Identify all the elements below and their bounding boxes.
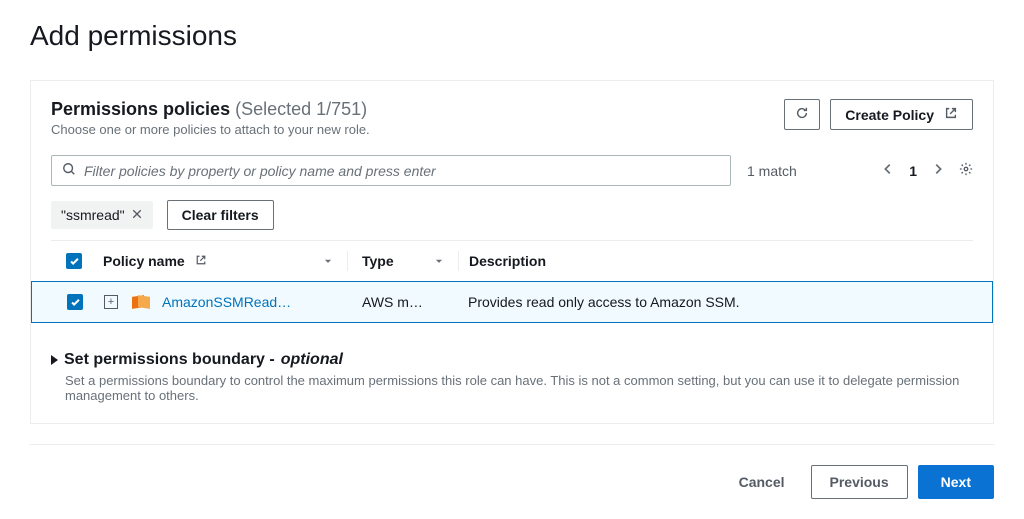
section-title-count: (Selected 1/751) — [235, 99, 367, 119]
table-header: Policy name Type Description — [51, 241, 973, 281]
sort-icon — [434, 253, 444, 269]
section-title: Permissions policies — [51, 99, 230, 119]
permissions-panel: Permissions policies (Selected 1/751) Ch… — [30, 80, 994, 424]
policies-table: Policy name Type Description — [51, 240, 973, 323]
clear-filters-button[interactable]: Clear filters — [167, 200, 274, 230]
search-icon — [62, 162, 76, 179]
filter-chip[interactable]: "ssmread" — [51, 201, 153, 229]
gear-icon — [959, 162, 973, 179]
page-title: Add permissions — [30, 20, 994, 52]
match-count: 1 match — [747, 163, 797, 179]
wizard-footer: Cancel Previous Next — [30, 459, 994, 499]
section-subtitle: Choose one or more policies to attach to… — [51, 122, 370, 137]
col-policy-name-label: Policy name — [103, 253, 185, 269]
create-policy-button[interactable]: Create Policy — [830, 99, 973, 130]
create-policy-label: Create Policy — [845, 107, 934, 123]
page-next-button[interactable] — [931, 162, 945, 179]
cancel-button[interactable]: Cancel — [723, 465, 801, 499]
filter-chip-text: "ssmread" — [61, 207, 125, 223]
chevron-right-icon — [931, 162, 945, 179]
next-button[interactable]: Next — [918, 465, 994, 499]
col-type-label: Type — [362, 253, 394, 269]
col-policy-name[interactable]: Policy name — [97, 253, 347, 269]
boundary-description: Set a permissions boundary to control th… — [65, 373, 973, 403]
row-type: AWS m… — [362, 294, 423, 310]
page-number: 1 — [909, 163, 917, 179]
policy-name-link[interactable]: AmazonSSMRead… — [162, 294, 291, 310]
boundary-optional: optional — [281, 351, 343, 369]
permissions-boundary-section: Set permissions boundary - optional Set … — [51, 351, 973, 423]
settings-button[interactable] — [959, 162, 973, 179]
row-checkbox[interactable] — [67, 294, 83, 310]
row-description: Provides read only access to Amazon SSM. — [468, 294, 740, 310]
boundary-toggle[interactable]: Set permissions boundary - optional — [51, 351, 973, 369]
expand-button[interactable]: + — [104, 295, 118, 309]
col-description: Description — [459, 253, 973, 269]
select-all-checkbox[interactable] — [66, 253, 82, 269]
page-prev-button[interactable] — [881, 162, 895, 179]
filter-chip-remove[interactable] — [131, 207, 143, 223]
plus-icon: + — [108, 297, 114, 308]
sort-icon — [323, 253, 333, 269]
clear-filters-label: Clear filters — [182, 207, 259, 223]
table-row[interactable]: + AmazonSSMRead… AWS m… Provides read on… — [31, 281, 993, 323]
col-description-label: Description — [469, 253, 546, 269]
refresh-icon — [795, 106, 809, 123]
external-link-icon — [191, 253, 207, 269]
search-input[interactable] — [84, 163, 720, 179]
boundary-title: Set permissions boundary - — [64, 351, 275, 369]
search-input-wrap[interactable] — [51, 155, 731, 186]
refresh-button[interactable] — [784, 99, 820, 130]
previous-button[interactable]: Previous — [811, 465, 908, 499]
col-type[interactable]: Type — [348, 253, 458, 269]
close-icon — [131, 207, 143, 223]
policy-icon — [132, 295, 150, 309]
chevron-left-icon — [881, 162, 895, 179]
caret-right-icon — [51, 355, 58, 365]
external-link-icon — [940, 106, 958, 123]
